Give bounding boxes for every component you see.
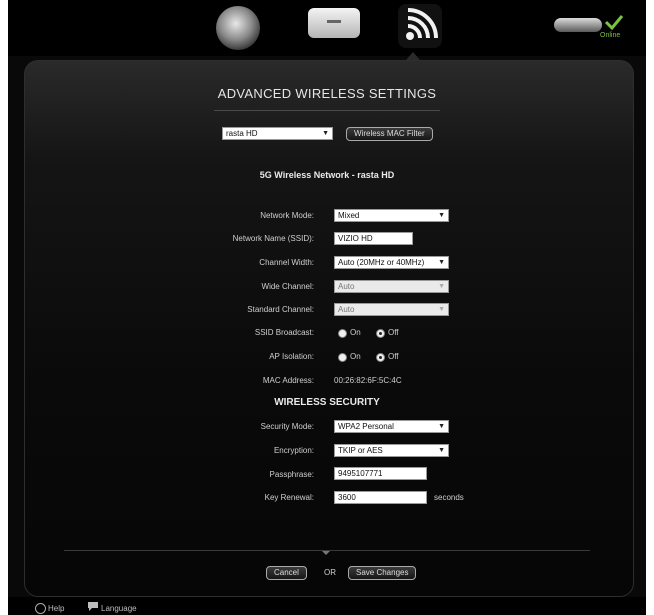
chevron-down-icon: ▼ bbox=[438, 212, 445, 219]
key-renewal-label: Key Renewal: bbox=[264, 493, 314, 502]
chevron-down-icon: ▼ bbox=[438, 306, 445, 313]
language-icon[interactable] bbox=[88, 602, 98, 611]
mac-address-value: 00:26:82:6F:5C:4C bbox=[334, 376, 402, 385]
security-mode-value: WPA2 Personal bbox=[338, 422, 394, 431]
top-nav-bar: Online bbox=[8, 0, 646, 56]
network-mode-select[interactable]: Mixed ▼ bbox=[334, 209, 449, 222]
channel-width-label: Channel Width: bbox=[259, 258, 314, 267]
save-changes-button[interactable]: Save Changes bbox=[348, 566, 417, 580]
network-name-input[interactable]: VIZIO HD bbox=[334, 232, 413, 245]
key-renewal-input[interactable]: 3600 bbox=[334, 491, 427, 504]
chevron-down-icon: ▼ bbox=[438, 283, 445, 290]
page-title: ADVANCED WIRELESS SETTINGS bbox=[217, 86, 437, 101]
ap-isolation-on-label: On bbox=[350, 352, 361, 361]
ap-isolation-off-label: Off bbox=[388, 352, 399, 361]
chevron-down-icon: ▼ bbox=[438, 447, 445, 454]
or-label: OR bbox=[324, 568, 336, 577]
standard-channel-label: Standard Channel: bbox=[247, 305, 314, 314]
passphrase-input[interactable]: 9495107771 bbox=[334, 467, 427, 480]
encryption-select[interactable]: TKIP or AES ▼ bbox=[334, 444, 449, 457]
network-select[interactable]: rasta HD ▼ bbox=[222, 127, 333, 140]
router-admin-window: Online ADVANCED WIRELESS SETTINGS rasta … bbox=[8, 0, 646, 615]
title-divider bbox=[214, 110, 440, 111]
device-icon bbox=[554, 18, 602, 32]
network-mode-value: Mixed bbox=[338, 211, 360, 220]
channel-width-select[interactable]: Auto (20MHz or 40MHz) ▼ bbox=[334, 256, 449, 269]
chevron-down-icon: ▼ bbox=[438, 259, 445, 266]
wide-channel-value: Auto bbox=[338, 282, 355, 291]
standard-channel-select[interactable]: Auto ▼ bbox=[334, 303, 449, 316]
chevron-down-icon: ▼ bbox=[438, 423, 445, 430]
active-tab-pointer bbox=[406, 52, 420, 60]
language-link[interactable]: Language bbox=[101, 604, 137, 613]
wifi-icon[interactable] bbox=[398, 4, 442, 48]
security-mode-select[interactable]: WPA2 Personal ▼ bbox=[334, 420, 449, 433]
ap-isolation-label: AP Isolation: bbox=[269, 352, 314, 361]
wireless-security-heading: WIRELESS SECURITY bbox=[274, 397, 380, 408]
help-icon[interactable] bbox=[35, 603, 46, 614]
chevron-down-icon: ▼ bbox=[322, 130, 329, 137]
key-renewal-unit: seconds bbox=[434, 493, 464, 502]
channel-width-value: Auto (20MHz or 40MHz) bbox=[338, 258, 425, 267]
network-heading: 5G Wireless Network - rasta HD bbox=[259, 170, 395, 180]
ssid-broadcast-off-radio[interactable] bbox=[376, 329, 385, 338]
encryption-label: Encryption: bbox=[273, 446, 314, 455]
standard-channel-value: Auto bbox=[338, 305, 355, 314]
security-mode-label: Security Mode: bbox=[260, 422, 314, 431]
encryption-value: TKIP or AES bbox=[338, 446, 383, 455]
ssid-broadcast-on-radio[interactable] bbox=[338, 329, 347, 338]
wide-channel-select[interactable]: Auto ▼ bbox=[334, 280, 449, 293]
mac-address-label: MAC Address: bbox=[262, 376, 314, 385]
ap-isolation-off-radio[interactable] bbox=[376, 353, 385, 362]
check-icon bbox=[604, 15, 624, 30]
network-name-label: Network Name (SSID): bbox=[232, 234, 314, 243]
ap-isolation-on-radio[interactable] bbox=[338, 353, 347, 362]
help-link[interactable]: Help bbox=[48, 604, 64, 613]
caret-down-icon bbox=[322, 551, 330, 555]
cancel-button[interactable]: Cancel bbox=[266, 566, 307, 580]
network-mode-label: Network Mode: bbox=[260, 211, 314, 220]
globe-icon[interactable] bbox=[216, 6, 260, 50]
ssid-broadcast-on-label: On bbox=[350, 328, 361, 337]
network-select-value: rasta HD bbox=[226, 129, 258, 138]
ssid-broadcast-off-label: Off bbox=[388, 328, 399, 337]
router-icon[interactable] bbox=[308, 8, 360, 38]
ssid-broadcast-label: SSID Broadcast: bbox=[254, 328, 314, 337]
status-label: Online bbox=[600, 32, 621, 39]
passphrase-label: Passphrase: bbox=[269, 470, 314, 479]
wireless-mac-filter-button[interactable]: Wireless MAC Filter bbox=[346, 127, 433, 141]
wide-channel-label: Wide Channel: bbox=[261, 282, 314, 291]
connection-status: Online bbox=[554, 10, 634, 50]
